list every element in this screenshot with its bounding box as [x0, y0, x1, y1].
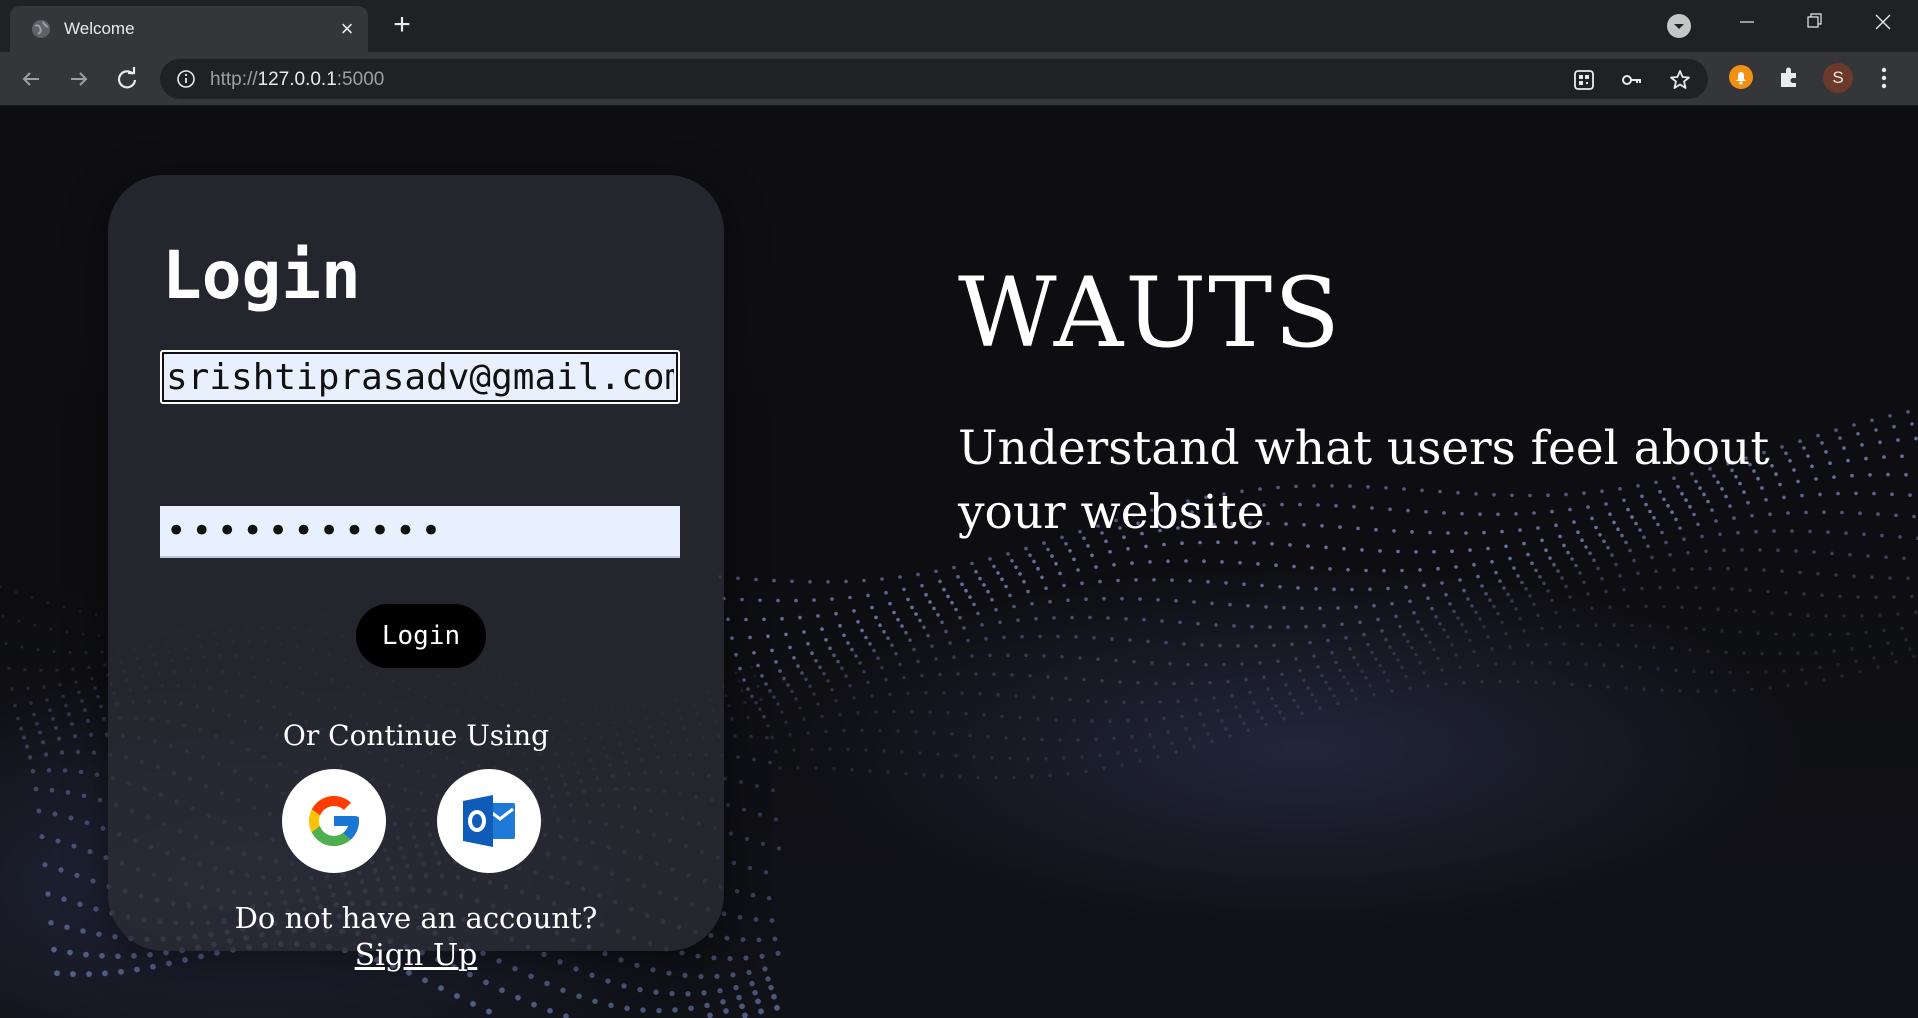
- plus-icon[interactable]: +: [388, 10, 416, 40]
- url-prefix: http://: [210, 69, 258, 90]
- no-account-text: Do not have an account?: [234, 901, 598, 935]
- outlook-icon: [463, 795, 515, 847]
- login-title: Login: [162, 237, 361, 314]
- key-icon[interactable]: [1620, 68, 1644, 92]
- page-viewport: Login Login Or Continue Using Do not hav…: [0, 107, 1918, 1018]
- url-port: :5000: [336, 69, 385, 90]
- avatar[interactable]: S: [1823, 63, 1853, 93]
- extension-bell-icon[interactable]: [1727, 63, 1755, 91]
- google-login-button[interactable]: [282, 769, 386, 873]
- url-text: http://127.0.0.1:5000: [210, 69, 384, 91]
- qr-code-icon[interactable]: [1572, 68, 1596, 92]
- forward-icon[interactable]: [64, 64, 94, 94]
- kebab-menu-icon[interactable]: [1872, 63, 1896, 93]
- info-icon[interactable]: [176, 69, 196, 89]
- back-icon[interactable]: [16, 64, 46, 94]
- outlook-login-button[interactable]: [437, 769, 541, 873]
- reload-icon[interactable]: [112, 64, 142, 94]
- puzzle-icon[interactable]: [1775, 63, 1803, 91]
- email-field[interactable]: [160, 350, 680, 404]
- browser-tabstrip: Welcome × +: [0, 0, 1918, 52]
- globe-icon: [32, 20, 50, 38]
- browser-tab[interactable]: Welcome ×: [10, 6, 368, 52]
- close-icon[interactable]: ×: [336, 18, 358, 40]
- tab-title: Welcome: [64, 19, 135, 38]
- password-field[interactable]: [160, 506, 680, 558]
- login-button[interactable]: Login: [356, 604, 486, 668]
- star-icon[interactable]: [1668, 68, 1692, 92]
- window-close-icon[interactable]: [1862, 8, 1902, 36]
- restore-icon[interactable]: [1794, 8, 1834, 36]
- tab-search-icon[interactable]: [1667, 14, 1691, 38]
- signup-link[interactable]: Sign Up: [108, 938, 724, 973]
- browser-toolbar: http://127.0.0.1:5000 S: [0, 52, 1918, 106]
- minimize-icon[interactable]: [1726, 8, 1766, 36]
- hero-subtitle: Understand what users feel about your we…: [958, 421, 1770, 540]
- continue-using-text: Or Continue Using: [282, 719, 550, 752]
- url-host: 127.0.0.1: [257, 69, 337, 90]
- login-card: Login Login Or Continue Using Do not hav…: [108, 175, 724, 973]
- hero-title: WAUTS: [958, 257, 1342, 369]
- google-icon: [309, 796, 359, 846]
- address-bar[interactable]: http://127.0.0.1:5000: [160, 59, 1708, 99]
